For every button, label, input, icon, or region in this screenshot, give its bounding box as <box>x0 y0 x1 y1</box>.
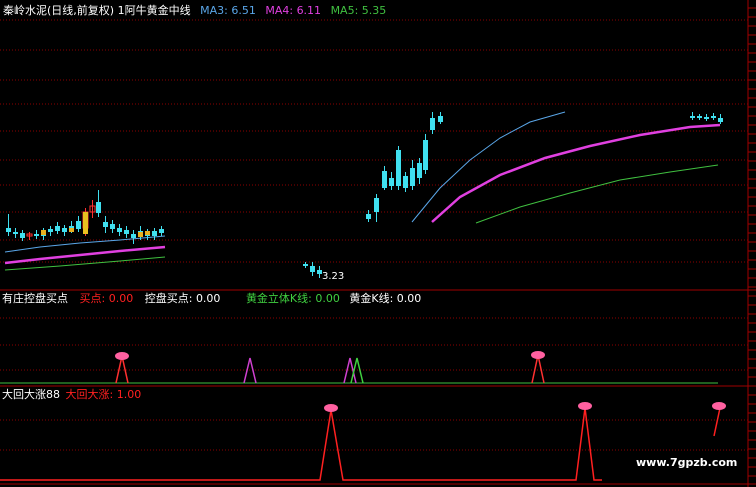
candle-body-yellow <box>83 212 88 234</box>
candle-body <box>96 202 101 213</box>
control-buy-value: 0.00 <box>195 292 221 305</box>
candle-body-yellow <box>145 231 150 235</box>
low-price-label: 3.23 <box>322 271 345 282</box>
signal-marker <box>115 352 129 360</box>
stock-chart-window[interactable]: 秦岭水泥(日线,前复权) 1阿牛黄金中线 MA3: 6.51 MA4: 6.11… <box>0 0 756 487</box>
candle-body <box>403 176 408 188</box>
ma3-label: MA3: <box>200 4 228 17</box>
signal-marker <box>578 402 592 410</box>
big-rise-line <box>713 407 721 437</box>
candle-body <box>6 228 11 232</box>
candle-body <box>159 229 164 233</box>
candle-body <box>48 229 53 232</box>
candle-body <box>103 222 108 227</box>
ma5-line-right <box>475 164 719 224</box>
gold-k-label: 黄金K线: <box>349 292 394 305</box>
candle-body <box>76 221 81 229</box>
gold-k-value: 0.00 <box>396 292 422 305</box>
buy-point-label: 买点: <box>79 292 106 305</box>
ma4-label: MA4: <box>265 4 294 17</box>
candle-body <box>704 117 709 119</box>
signal-marker <box>712 402 726 410</box>
stock-title: 秦岭水泥(日线,前复权) <box>3 4 115 17</box>
candle-body <box>382 171 387 188</box>
candle-body <box>396 150 401 186</box>
gold-k3d-label: 黄金立体K线: <box>245 292 312 305</box>
candle-body <box>389 178 394 186</box>
ma5-line-left <box>4 256 166 271</box>
candle-body <box>303 264 308 266</box>
big-rise-label: 大回大涨: <box>65 388 114 401</box>
candle-body <box>718 118 723 122</box>
watermark: www.7gpzb.com <box>636 456 738 469</box>
candle-body-yellow <box>138 232 143 237</box>
buy-signal-triangle <box>531 354 545 384</box>
candle-body <box>124 230 129 234</box>
ma5-value: 5.35 <box>361 4 387 17</box>
sub1-indicator-name: 有庄控盘买点 <box>2 292 68 305</box>
sub2-indicator-name: 大回大涨88 <box>2 388 60 401</box>
indicator-name: 1阿牛黄金中线 <box>117 4 191 17</box>
ma5-label: MA5: <box>330 4 359 17</box>
signal-marker <box>324 404 338 412</box>
gold-k3d-value: 0.00 <box>315 292 340 305</box>
candle-body <box>423 140 428 170</box>
candle-body <box>310 266 315 272</box>
candle-body <box>62 228 67 232</box>
sub-panel-1-header: 有庄控盘买点 买点: 0.00 控盘买点: 0.00 黄金立体K线: 0.00 … <box>2 292 421 305</box>
sub-panel-2-header: 大回大涨88 大回大涨: 1.00 <box>2 388 141 401</box>
candle-body <box>690 116 695 118</box>
ma4-line-right <box>431 123 721 223</box>
buy-point-value: 0.00 <box>108 292 134 305</box>
candle-body <box>438 116 443 122</box>
ma3-value: 6.51 <box>231 4 256 17</box>
candle-body <box>117 228 122 232</box>
candle-body <box>711 116 716 118</box>
candle-body <box>55 226 60 231</box>
big-rise-line <box>0 407 602 481</box>
candle-body <box>374 198 379 212</box>
signal-marker <box>531 351 545 359</box>
candle-body-yellow <box>69 228 74 232</box>
candle-body <box>131 234 136 238</box>
candle-body <box>110 224 115 229</box>
candle-body <box>13 232 18 234</box>
candle-body <box>20 233 25 238</box>
candle-body <box>366 214 371 219</box>
candle-body <box>34 234 39 236</box>
candle-body-yellow <box>41 230 46 235</box>
ma4-line-left <box>4 245 166 265</box>
candle-body <box>152 231 157 236</box>
chart-canvas[interactable] <box>0 0 756 487</box>
big-rise-value: 1.00 <box>116 388 142 401</box>
ma4-value: 6.11 <box>296 4 322 17</box>
main-panel-header: 秦岭水泥(日线,前复权) 1阿牛黄金中线 MA3: 6.51 MA4: 6.11… <box>3 4 386 17</box>
candle-body <box>417 163 422 178</box>
control-buy-label: 控盘买点: <box>144 292 193 305</box>
candle-body <box>430 118 435 130</box>
candle-body <box>410 168 415 186</box>
candle-body <box>697 116 702 118</box>
